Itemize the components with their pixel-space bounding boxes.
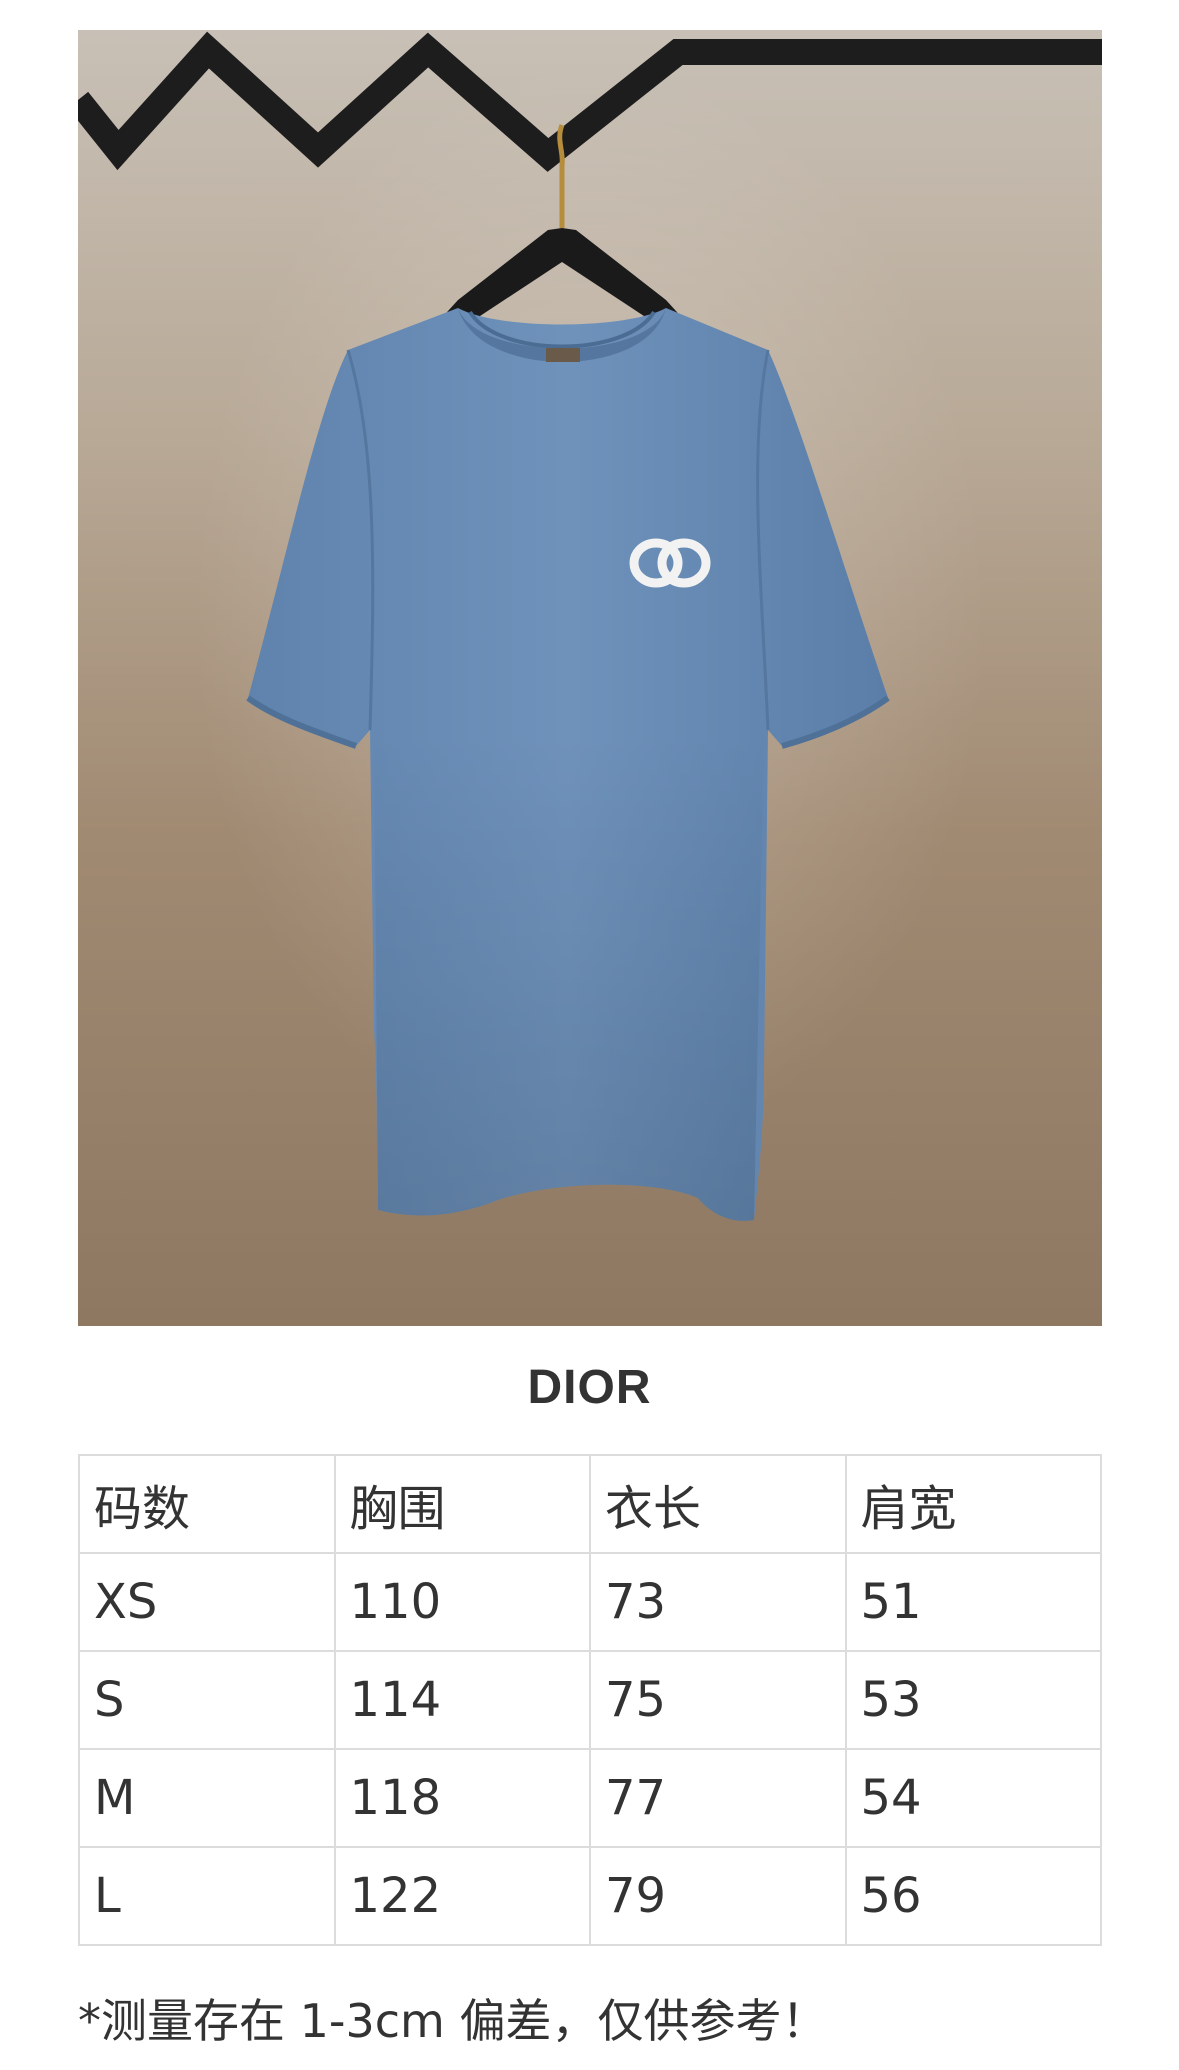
cell-length: 73 (589, 1552, 847, 1652)
cell-shoulder: 51 (844, 1552, 1102, 1652)
hanger-hook (557, 124, 565, 228)
brand-title: DIOR (527, 1361, 652, 1414)
cell-shoulder: 56 (844, 1846, 1102, 1946)
cell-length: 77 (589, 1748, 847, 1848)
product-photo (78, 30, 1102, 1326)
size-chart-table: 码数 胸围 衣长 肩宽 XS 110 73 51 S 114 75 53 M 1… (78, 1454, 1102, 1946)
cell-length: 75 (589, 1650, 847, 1750)
header-length: 衣长 (589, 1454, 847, 1554)
cell-size: S (78, 1650, 336, 1750)
cell-size: M (78, 1748, 336, 1848)
tshirt-illustration (78, 31, 1102, 1221)
cell-chest: 122 (333, 1846, 591, 1946)
header-shoulder: 肩宽 (844, 1454, 1102, 1554)
cell-length: 79 (589, 1846, 847, 1946)
table-row: L 122 79 56 (78, 1846, 1102, 1946)
measurement-note: *测量存在 1-3cm 偏差，仅供参考！ (78, 1994, 828, 2048)
cell-chest: 118 (333, 1748, 591, 1848)
tshirt-shading (374, 730, 764, 1221)
table-row: M 118 77 54 (78, 1748, 1102, 1848)
cell-shoulder: 53 (844, 1650, 1102, 1750)
table-row: S 114 75 53 (78, 1650, 1102, 1750)
neck-label (546, 348, 580, 362)
header-chest: 胸围 (333, 1454, 591, 1554)
cell-chest: 110 (333, 1552, 591, 1652)
cell-chest: 114 (333, 1650, 591, 1750)
cell-size: XS (78, 1552, 336, 1652)
header-size: 码数 (78, 1454, 336, 1554)
table-row: XS 110 73 51 (78, 1552, 1102, 1652)
clothing-rack (78, 31, 1102, 172)
cell-size: L (78, 1846, 336, 1946)
hanger (438, 228, 686, 322)
cell-shoulder: 54 (844, 1748, 1102, 1848)
table-header-row: 码数 胸围 衣长 肩宽 (78, 1454, 1102, 1554)
